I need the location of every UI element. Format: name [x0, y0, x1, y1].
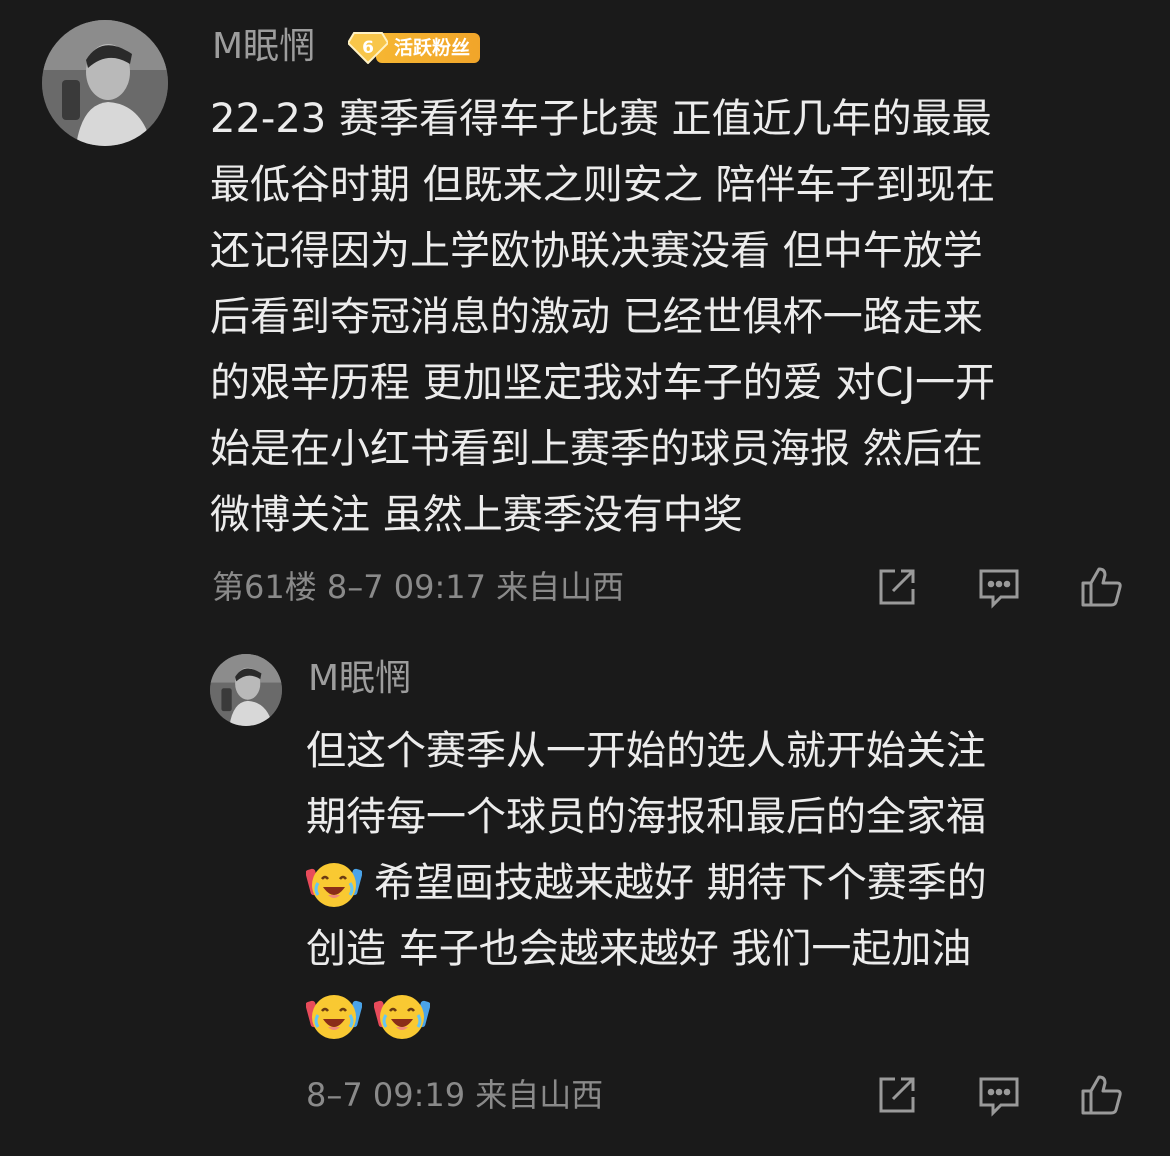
comment-line: 最低谷时期 但既来之则安之 陪伴车子到现在: [210, 162, 996, 208]
fan-level-badge[interactable]: 6 活跃粉丝: [348, 31, 481, 64]
badge-label: 活跃粉丝: [376, 32, 481, 63]
share-icon: [879, 1077, 915, 1113]
comment-icon: [979, 569, 1019, 609]
comment-line: 微博关注 虽然上赛季没有中奖: [210, 492, 743, 538]
comment-icon: [979, 1077, 1019, 1117]
reply-line: [306, 982, 987, 1048]
comment-meta: 第61楼 8–7 09:17 来自山西: [212, 568, 625, 606]
comment-line: 22-23 赛季看得车子比赛 正值近几年的最最: [210, 96, 992, 142]
reply-line: 希望画技越来越好 期待下个赛季的: [306, 850, 987, 916]
like-button[interactable]: [1076, 562, 1126, 612]
comment-username[interactable]: M眠惘: [212, 24, 315, 70]
reply-username[interactable]: M眠惘: [308, 656, 411, 702]
share-button[interactable]: [872, 562, 922, 612]
laughing-cheer-emoji: [374, 987, 430, 1043]
comment-line: 后看到夺冠消息的激动 已经世俱杯一路走来: [210, 294, 983, 340]
avatar-photo: [210, 654, 282, 726]
badge-level-number: 6: [362, 37, 374, 58]
reply-line: 创造 车子也会越来越好 我们一起加油: [306, 926, 972, 972]
comment-line: 还记得因为上学欧协联决赛没看 但中午放学: [210, 228, 983, 274]
thumbs-up-icon: [1081, 1075, 1122, 1115]
reply-like-button[interactable]: [1076, 1070, 1126, 1120]
reply-share-button[interactable]: [872, 1070, 922, 1120]
comment-button[interactable]: [974, 562, 1024, 612]
laughing-cheer-emoji: [306, 855, 362, 911]
comment-line: 的艰辛历程 更加坚定我对车子的爱 对CJ一开: [210, 360, 996, 406]
reply-comment-button[interactable]: [974, 1070, 1024, 1120]
reply-line-text: 希望画技越来越好 期待下个赛季的: [374, 860, 987, 906]
laughing-cheer-emoji: [306, 987, 362, 1043]
reply-meta: 8–7 09:19 来自山西: [306, 1076, 604, 1114]
reply-line: 期待每一个球员的海报和最后的全家福: [306, 794, 986, 840]
thumbs-up-icon: [1081, 567, 1122, 607]
user-avatar[interactable]: [42, 20, 168, 146]
reply-line: 但这个赛季从一开始的选人就开始关注: [306, 728, 986, 774]
reply-user-avatar[interactable]: [210, 654, 282, 726]
comment-body: 22-23 赛季看得车子比赛 正值近几年的最最 最低谷时期 但既来之则安之 陪伴…: [210, 86, 995, 548]
comment-line: 始是在小红书看到上赛季的球员海报 然后在: [210, 426, 983, 472]
reply-body: 但这个赛季从一开始的选人就开始关注 期待每一个球员的海报和最后的全家福 希望画技…: [306, 718, 987, 1048]
avatar-photo: [42, 20, 168, 146]
share-icon: [879, 569, 915, 605]
badge-level-icon: 6: [348, 31, 388, 64]
